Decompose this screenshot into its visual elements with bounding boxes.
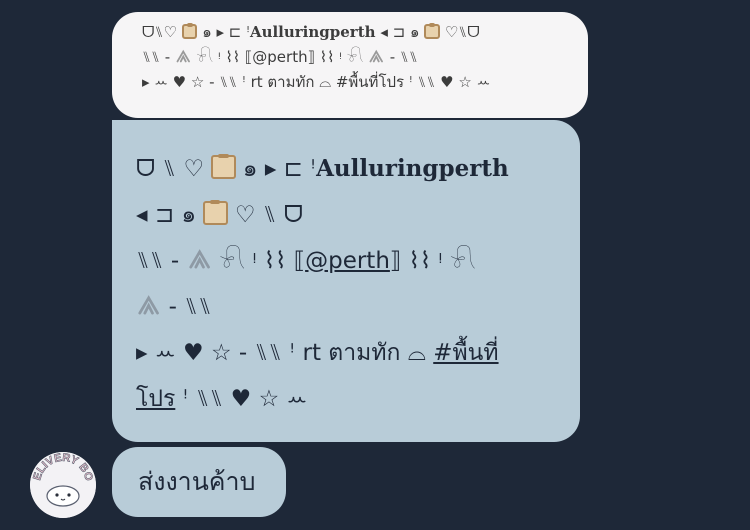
message-line-4: ‐ ⑊⑊	[136, 284, 556, 330]
avatar-image: DELIVERY BOX	[30, 452, 96, 518]
clipboard-icon	[203, 200, 228, 226]
paperclip-icon	[369, 49, 384, 63]
reply-text: ส่งงานค้าบ	[138, 467, 256, 496]
reply-bubble[interactable]: ส่งงานค้าบ	[112, 447, 286, 517]
message-line-1: ᗜ ⑊ ♡ ๑ ▸ ⊏ ꜝAulluringperth	[136, 146, 556, 192]
hashtag-link[interactable]: โปร	[136, 386, 175, 412]
paperclip-icon	[188, 249, 210, 269]
quote-symbols: 𓍯 ᵎ ⌇⌇ ⟦@perth⟧ ⌇⌇ ᵎ 𓍯	[196, 48, 369, 66]
clipboard-icon	[211, 154, 236, 180]
message-symbols: ๑ ▸ ⊏ ꜝ	[242, 156, 317, 182]
message-line-2: ◂ ⊐ ๑ ♡ ⑊ ᗜ	[136, 192, 556, 238]
clipboard-icon	[181, 22, 198, 40]
clipboard-icon	[424, 22, 441, 40]
hashtag-link[interactable]: #พื้นที่	[433, 340, 498, 366]
message-symbols: ᗜ ⑊ ♡	[136, 156, 205, 182]
quote-symbols: ᗜ⑊♡	[142, 23, 177, 41]
quote-line-2: ⑊⑊ ‐ 𓍯 ᵎ ⌇⌇ ⟦@perth⟧ ⌇⌇ ᵎ 𓍯 ‐ ⑊⑊	[142, 45, 588, 70]
message-symbols: ‐ ⑊⑊	[168, 294, 212, 320]
message-symbols: ⟧ ⌇⌇ ᵎ 𓍯	[389, 248, 476, 274]
message-line-3: ⑊⑊ ‐ 𓍯 ᵎ ⌇⌇ ⟦@perth⟧ ⌇⌇ ᵎ 𓍯	[136, 238, 556, 284]
quote-symbols: ⑊⑊ ‐	[142, 48, 175, 66]
message-symbols: ⑊⑊ ‐	[136, 248, 187, 274]
quote-symbols: ๑ ▸ ⊏ ꜝ	[202, 23, 250, 41]
paperclip-icon	[176, 49, 190, 63]
quoted-message[interactable]: ᗜ⑊♡ ๑ ▸ ⊏ ꜝAulluringperth ◂ ⊐ ๑ ♡⑊ᗜ ⑊⑊ ‐…	[112, 12, 588, 118]
message-line-5: ▸ ꕀ ♥ ☆ ‐ ⑊⑊ ꜝ rt ตามทัก ⌓ #พื้นที่	[136, 330, 556, 376]
paperclip-icon	[138, 295, 159, 315]
quote-line-1: ᗜ⑊♡ ๑ ▸ ⊏ ꜝAulluringperth ◂ ⊐ ๑ ♡⑊ᗜ	[142, 20, 588, 45]
message-line-6: โปร ꜝ ⑊⑊ ♥ ☆ ꕀ	[136, 376, 556, 422]
quote-symbols: ‐ ⑊⑊	[389, 48, 418, 66]
message-bubble[interactable]: ᗜ ⑊ ♡ ๑ ▸ ⊏ ꜝAulluringperth ◂ ⊐ ๑ ♡ ⑊ ᗜ …	[112, 120, 580, 442]
message-symbols: ꜝ ⑊⑊ ♥ ☆ ꕀ	[175, 386, 308, 412]
message-text: ▸ ꕀ ♥ ☆ ‐ ⑊⑊ ꜝ rt ตามทัก ⌓	[136, 340, 434, 366]
message-symbols: ◂ ⊐ ๑	[136, 202, 204, 228]
message-symbols: 𓍯 ᵎ ⌇⌇ ⟦	[219, 248, 306, 274]
mention-link[interactable]: @perth	[305, 248, 390, 274]
avatar[interactable]: DELIVERY BOX	[30, 452, 96, 518]
quote-symbols: ♡⑊ᗜ	[444, 23, 480, 41]
message-symbols: ♡ ⑊ ᗜ	[234, 202, 303, 228]
quote-username: Aulluringperth	[249, 23, 376, 41]
quote-symbols: ◂ ⊐ ๑	[380, 23, 420, 41]
message-username: Aulluringperth	[316, 155, 509, 182]
quote-line-3: ▸ ꕀ ♥ ☆ ‐ ⑊⑊ ꜝ rt ตามทัก ⌓ #พื้นที่โปร ꜝ…	[142, 73, 491, 91]
